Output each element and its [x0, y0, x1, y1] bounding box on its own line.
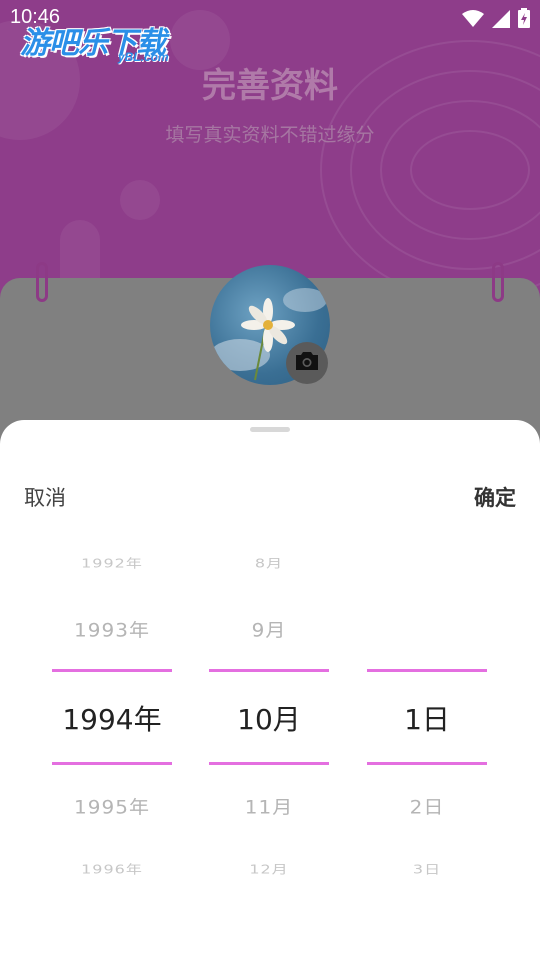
wifi-icon: [462, 9, 484, 33]
selection-line-bottom: [52, 762, 172, 765]
camera-button[interactable]: [286, 342, 328, 384]
month-option[interactable]: 9月: [209, 615, 329, 642]
year-option[interactable]: 1996年: [52, 859, 172, 877]
day-option[interactable]: 3日: [367, 859, 487, 877]
page-subtitle: 填写真实资料不错过缘分: [165, 124, 375, 146]
year-selected[interactable]: 1994年: [52, 698, 172, 738]
date-picker-sheet: 取消 确定 1992年 1993年 1994年 1995年 1996年 8月 9…: [0, 420, 540, 960]
status-icons: [462, 8, 530, 33]
battery-icon: [518, 8, 530, 33]
signal-icon: [492, 9, 510, 33]
year-option[interactable]: 1993年: [52, 615, 172, 642]
selection-line-top: [209, 669, 329, 672]
clip-left-icon: [36, 262, 48, 302]
camera-icon: [296, 352, 318, 374]
selection-line-bottom: [367, 762, 487, 765]
selection-line-bottom: [209, 762, 329, 765]
year-option[interactable]: 1992年: [52, 553, 172, 571]
sheet-handle[interactable]: [250, 427, 290, 432]
year-option[interactable]: 1995年: [52, 792, 172, 819]
month-option[interactable]: 8月: [209, 553, 329, 571]
day-wheel[interactable]: 1日 2日 3日: [367, 550, 487, 890]
clip-right-icon: [492, 262, 504, 302]
year-wheel[interactable]: 1992年 1993年 1994年 1995年 1996年: [52, 550, 172, 890]
month-option[interactable]: 12月: [209, 859, 329, 877]
month-wheel[interactable]: 8月 9月 10月 11月 12月: [209, 550, 329, 890]
selection-line-top: [52, 669, 172, 672]
day-option[interactable]: 2日: [367, 792, 487, 819]
selection-line-top: [367, 669, 487, 672]
day-selected[interactable]: 1日: [367, 698, 487, 738]
confirm-button[interactable]: 确定: [474, 482, 516, 512]
cancel-button[interactable]: 取消: [24, 482, 66, 512]
month-selected[interactable]: 10月: [209, 698, 329, 738]
page-title: 完善资料: [202, 66, 338, 106]
month-option[interactable]: 11月: [209, 792, 329, 819]
